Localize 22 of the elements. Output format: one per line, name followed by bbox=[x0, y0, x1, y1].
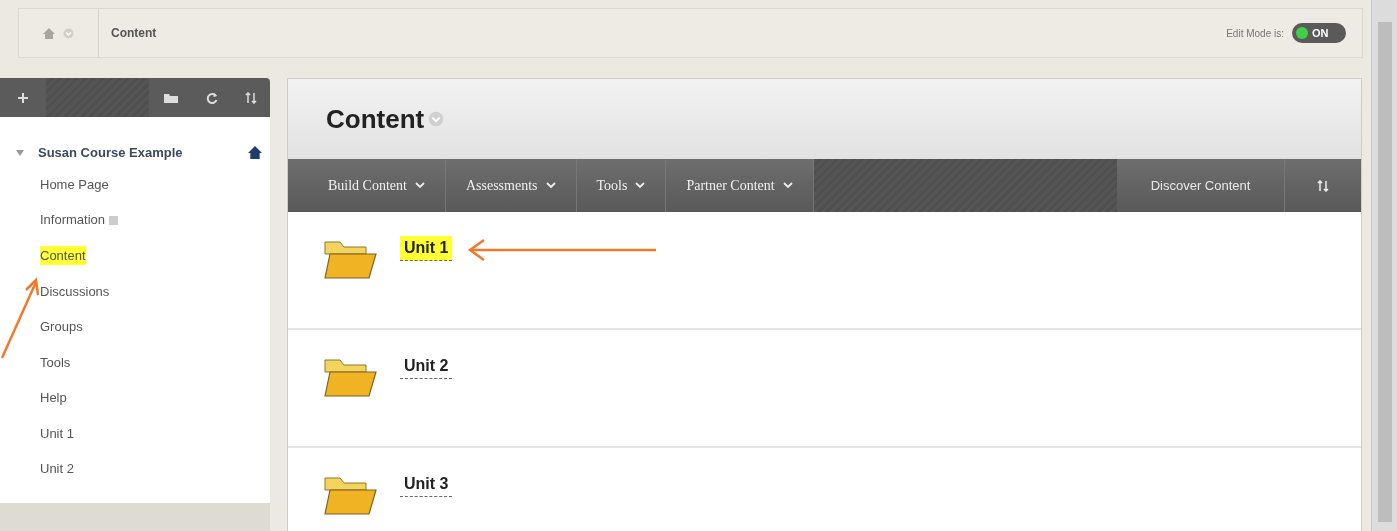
course-menu-link[interactable]: Groups bbox=[40, 317, 83, 337]
discover-content-button[interactable]: Discover Content bbox=[1117, 159, 1285, 212]
edit-mode-label: Edit Mode is: bbox=[1226, 26, 1284, 41]
action-menu-button[interactable]: Build Content bbox=[288, 159, 446, 212]
course-menu-link[interactable]: Tools bbox=[40, 352, 71, 373]
folder-link[interactable]: Unit 3 bbox=[400, 472, 453, 497]
page-title: Content bbox=[326, 102, 425, 136]
course-menu-link[interactable]: Help bbox=[40, 388, 67, 408]
course-menu-link[interactable]: Home Page bbox=[40, 174, 109, 195]
course-menu-link[interactable]: Unit 2 bbox=[40, 459, 74, 479]
breadcrumb-current: Content bbox=[110, 25, 158, 42]
course-menu-link[interactable]: Unit 1 bbox=[40, 423, 74, 444]
folder-link[interactable]: Unit 1 bbox=[400, 236, 453, 261]
action-menu-button[interactable]: Tools bbox=[576, 159, 667, 212]
course-menu-link[interactable]: Information bbox=[40, 210, 106, 230]
action-menu-button[interactable]: Assessments bbox=[445, 159, 577, 212]
course-menu-link[interactable]: Content bbox=[40, 245, 86, 266]
folder-link[interactable]: Unit 2 bbox=[400, 354, 453, 379]
course-menu-link[interactable]: Discussions bbox=[40, 281, 110, 301]
course-title[interactable]: Susan Course Example bbox=[38, 143, 248, 163]
action-menu-button[interactable]: Partner Content bbox=[666, 159, 814, 212]
edit-mode-toggle[interactable]: ON bbox=[1292, 23, 1346, 43]
